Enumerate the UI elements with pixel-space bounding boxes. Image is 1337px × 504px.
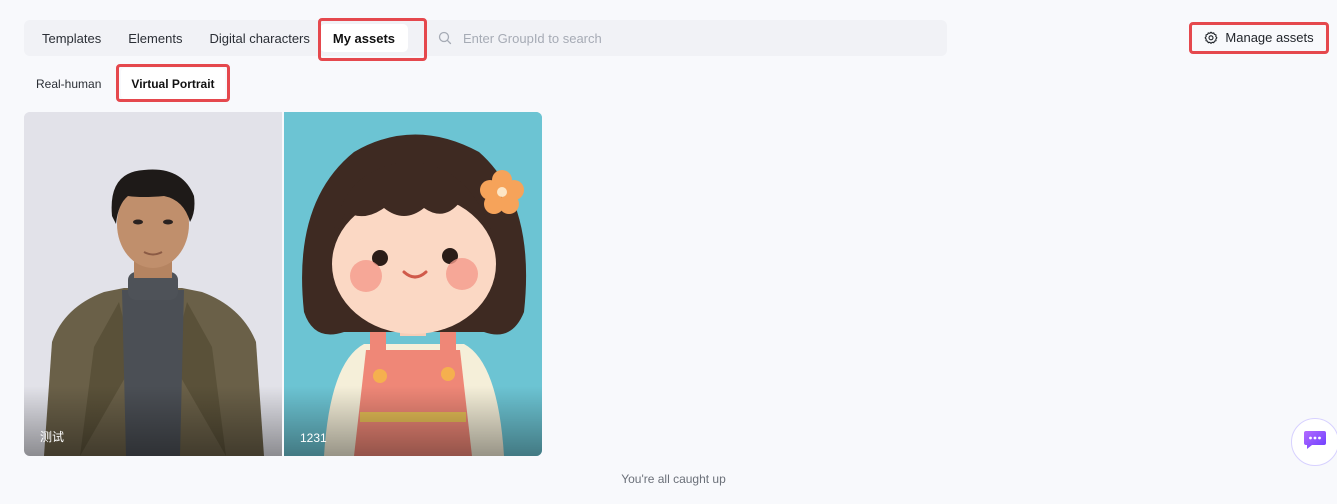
search-icon <box>438 31 452 45</box>
chat-button[interactable] <box>1291 418 1337 466</box>
tab-elements[interactable]: Elements <box>128 20 182 56</box>
tab-digital-characters[interactable]: Digital characters <box>209 20 309 56</box>
asset-name: 1231 <box>300 431 327 445</box>
chat-icon <box>1303 429 1327 456</box>
asset-name: 测试 <box>40 430 65 444</box>
asset-card[interactable]: 1231 <box>284 112 542 456</box>
asset-card[interactable]: 测试 <box>24 112 282 456</box>
search-box <box>438 20 863 56</box>
subtab-real-human[interactable]: Real-human <box>36 68 101 99</box>
tab-my-assets[interactable]: My assets <box>319 24 409 52</box>
end-of-list-message: You're all caught up <box>621 472 726 486</box>
gear-icon <box>1204 31 1218 45</box>
subtab-virtual-portrait[interactable]: Virtual Portrait <box>121 68 225 99</box>
tab-templates[interactable]: Templates <box>42 20 101 56</box>
search-input[interactable] <box>463 30 863 46</box>
manage-assets-button[interactable]: Manage assets <box>1193 25 1325 50</box>
manage-assets-label: Manage assets <box>1225 30 1314 45</box>
